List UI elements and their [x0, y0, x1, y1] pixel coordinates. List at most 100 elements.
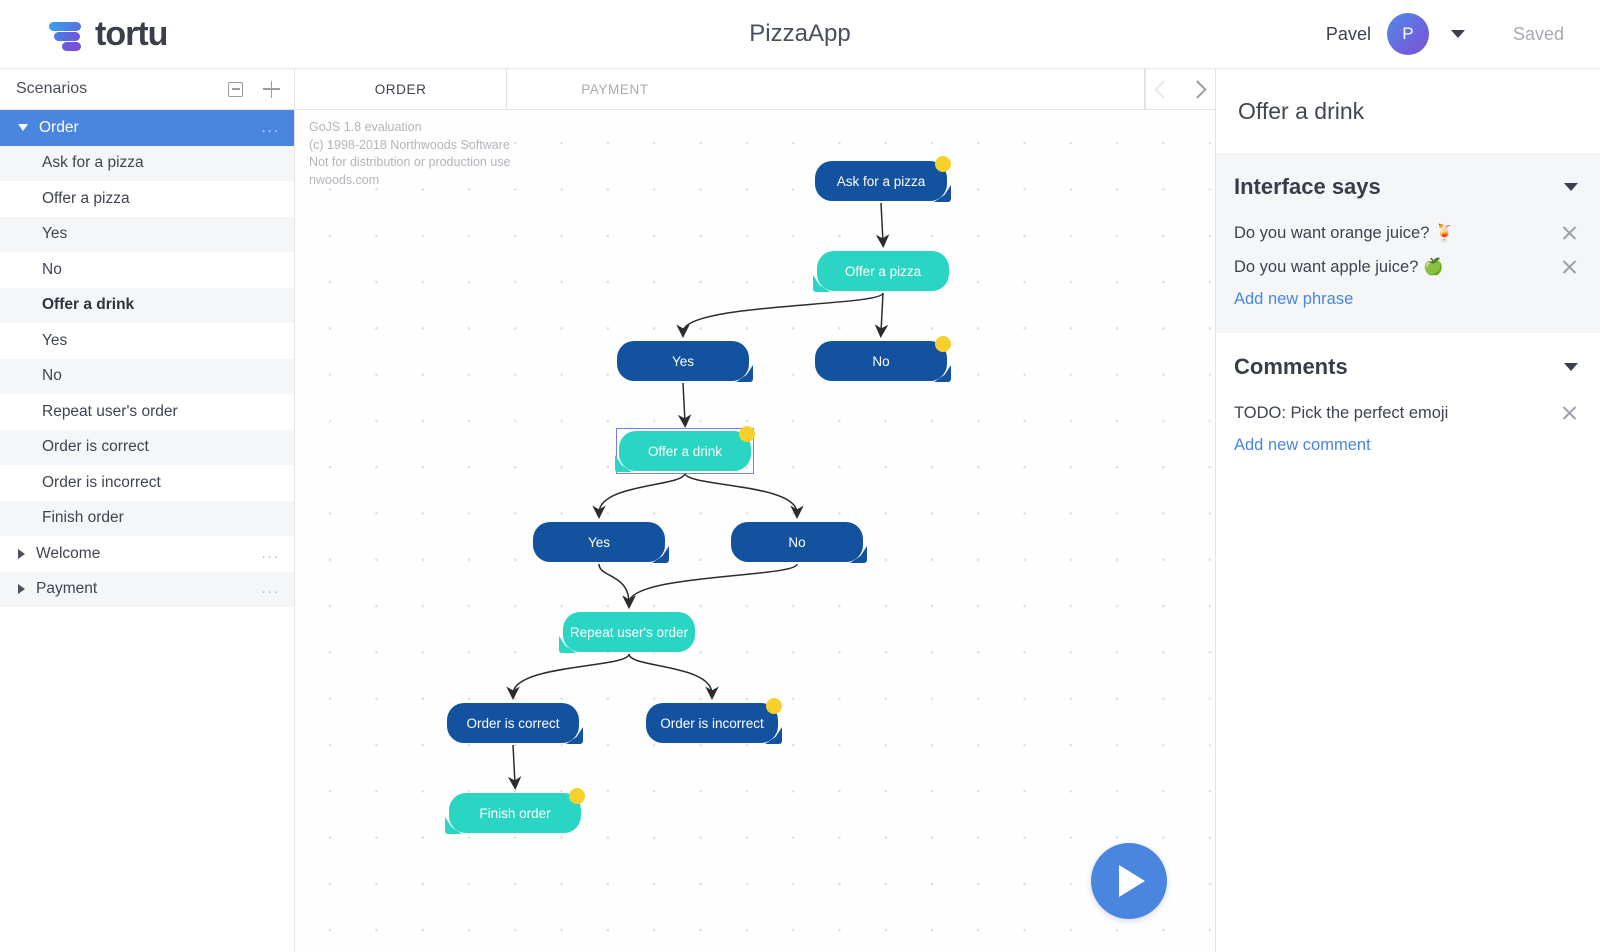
sidebar-item-label: No	[42, 260, 62, 278]
list-item-text: Do you want apple juice? 🍏	[1234, 257, 1444, 276]
list-item[interactable]: Do you want apple juice? 🍏	[1216, 250, 1600, 284]
list-item[interactable]: TODO: Pick the perfect emoji	[1216, 396, 1600, 430]
flow-node-order-is-incorrect[interactable]: Order is incorrect	[646, 698, 782, 743]
flow-node-offer-a-pizza[interactable]: Offer a pizza	[817, 251, 949, 291]
sidebar-item-repeat-user-s-order[interactable]: Repeat user's order	[0, 394, 294, 430]
sidebar-item-label: Offer a drink	[42, 296, 135, 314]
triangle-right-icon[interactable]	[18, 584, 25, 595]
flow-node-no[interactable]: No	[731, 522, 863, 562]
add-scenario-icon[interactable]	[263, 80, 280, 98]
app-body: Scenarios Order... Ask for a pizza Offer a…	[0, 69, 1600, 952]
inspector-panel: Offer a drink Interface says Do you want …	[1215, 69, 1600, 952]
tab-payment[interactable]: PAYMENT	[507, 69, 1145, 109]
triangle-right-icon[interactable]	[18, 548, 25, 559]
brand-name: tortu	[95, 14, 168, 53]
sidebar-item-label: Offer a pizza	[42, 189, 130, 207]
sidebar-item-welcome[interactable]: Welcome...	[0, 536, 294, 572]
inspector-section-header[interactable]: Comments	[1216, 333, 1600, 396]
scenario-list[interactable]: Order... Ask for a pizza Offer a pizza Yes N…	[0, 110, 294, 952]
run-scenario-button[interactable]	[1091, 843, 1167, 919]
sidebar: Scenarios Order... Ask for a pizza Offer a…	[0, 69, 295, 952]
inspector-sections: Interface says Do you want orange juice? …	[1216, 153, 1600, 479]
comment-badge-icon[interactable]	[569, 788, 585, 804]
flow-node-label: No	[872, 353, 890, 369]
tortu-logo-icon	[48, 17, 82, 51]
triangle-down-icon[interactable]	[18, 124, 28, 132]
list-item-text: TODO: Pick the perfect emoji	[1234, 403, 1449, 422]
collapse-all-icon[interactable]	[228, 81, 243, 97]
overflow-menu-icon[interactable]: ...	[261, 120, 280, 135]
chevron-down-icon[interactable]	[1564, 183, 1578, 191]
flow-node-yes[interactable]: Yes	[533, 522, 665, 562]
sidebar-item-yes[interactable]: Yes	[0, 323, 294, 359]
top-bar: tortu PizzaApp Pavel P Saved	[0, 0, 1600, 69]
flow-node-label: Repeat user's order	[569, 624, 689, 640]
play-icon	[1119, 865, 1145, 897]
add-item-link[interactable]: Add new phrase	[1216, 284, 1600, 313]
chevron-left-icon	[1153, 79, 1173, 99]
chevron-down-icon[interactable]	[1450, 30, 1465, 38]
sidebar-item-yes[interactable]: Yes	[0, 216, 294, 252]
flow-node-label: Offer a drink	[647, 443, 723, 459]
overflow-menu-icon[interactable]: ...	[261, 546, 280, 561]
comment-badge-icon[interactable]	[935, 156, 951, 172]
flow-node-yes[interactable]: Yes	[617, 341, 749, 381]
flow-node-label: No	[788, 534, 806, 550]
avatar[interactable]: P	[1386, 13, 1429, 55]
inspector-section-header[interactable]: Interface says	[1216, 153, 1600, 216]
flow-node-label: Yes	[671, 353, 695, 369]
sidebar-item-label: Ask for a pizza	[42, 154, 144, 172]
brand-logo[interactable]: tortu	[0, 14, 168, 54]
sidebar-item-label: Finish order	[42, 509, 124, 527]
inspector-section-interface-says: Interface says Do you want orange juice? …	[1216, 153, 1600, 333]
sidebar-item-no[interactable]: No	[0, 358, 294, 394]
flow-node-repeat-user-s-order[interactable]: Repeat user's order	[563, 612, 695, 652]
sidebar-item-label: Order is incorrect	[42, 473, 161, 491]
flow-node-no[interactable]: No	[815, 336, 951, 381]
sidebar-item-offer-a-drink[interactable]: Offer a drink	[0, 287, 294, 323]
inspector-title: Offer a drink	[1238, 98, 1365, 124]
user-name: Pavel	[1325, 23, 1371, 44]
close-icon[interactable]	[1561, 259, 1578, 276]
tabs-prev-button[interactable]	[1145, 69, 1180, 109]
chevron-down-icon[interactable]	[1564, 363, 1578, 371]
sidebar-item-ask-for-a-pizza[interactable]: Ask for a pizza	[0, 145, 294, 181]
sidebar-item-label: Yes	[42, 225, 68, 243]
comment-badge-icon[interactable]	[739, 426, 755, 442]
list-item[interactable]: Do you want orange juice? 🍹	[1216, 216, 1600, 250]
flow-node-label: Order is incorrect	[660, 715, 764, 731]
sidebar-item-label: Welcome	[36, 544, 101, 562]
sidebar-item-payment[interactable]: Payment...	[0, 571, 294, 607]
gojs-watermark: GoJS 1.8 evaluation (c) 1998-2018 Northw…	[309, 120, 511, 187]
sidebar-item-order-is-correct[interactable]: Order is correct	[0, 429, 294, 465]
comment-badge-icon[interactable]	[935, 336, 951, 352]
flow-node-finish-order[interactable]: Finish order	[449, 788, 585, 833]
sidebar-item-label: Order is correct	[42, 438, 149, 456]
sidebar-item-order-is-incorrect[interactable]: Order is incorrect	[0, 465, 294, 501]
sidebar-item-no[interactable]: No	[0, 252, 294, 288]
sidebar-item-label: Repeat user's order	[42, 402, 178, 420]
inspector-section-comments: Comments TODO: Pick the perfect emoji Add …	[1216, 333, 1600, 479]
flow-node-offer-a-drink[interactable]: Offer a drink	[619, 426, 755, 471]
flow-node-label: Order is correct	[466, 715, 560, 731]
inspector-section-title: Interface says	[1234, 174, 1381, 199]
sidebar-item-finish-order[interactable]: Finish order	[0, 500, 294, 536]
tab-order[interactable]: ORDER	[295, 69, 508, 109]
sidebar-item-order[interactable]: Order...	[0, 110, 294, 146]
top-bar-right: Pavel P Saved	[1326, 13, 1600, 55]
close-icon[interactable]	[1561, 405, 1578, 422]
inspector-section-title: Comments	[1234, 354, 1348, 379]
flow-canvas[interactable]: GoJS 1.8 evaluation (c) 1998-2018 Northw…	[295, 110, 1215, 952]
close-icon[interactable]	[1561, 225, 1578, 242]
editor-area: ORDER PAYMENT GoJS 1.8 evaluation (c) 19…	[295, 69, 1215, 952]
comment-badge-icon[interactable]	[766, 698, 782, 714]
flow-node-ask-for-a-pizza[interactable]: Ask for a pizza	[815, 156, 951, 201]
tab-bar: ORDER PAYMENT	[295, 69, 1215, 110]
sidebar-header: Scenarios	[0, 69, 294, 110]
app-root: tortu PizzaApp Pavel P Saved Scenarios O…	[0, 0, 1600, 952]
add-item-link[interactable]: Add new comment	[1216, 430, 1600, 459]
tabs-next-button[interactable]	[1180, 69, 1215, 109]
flow-node-order-is-correct[interactable]: Order is correct	[447, 703, 579, 743]
overflow-menu-icon[interactable]: ...	[261, 581, 280, 596]
sidebar-item-offer-a-pizza[interactable]: Offer a pizza	[0, 181, 294, 217]
